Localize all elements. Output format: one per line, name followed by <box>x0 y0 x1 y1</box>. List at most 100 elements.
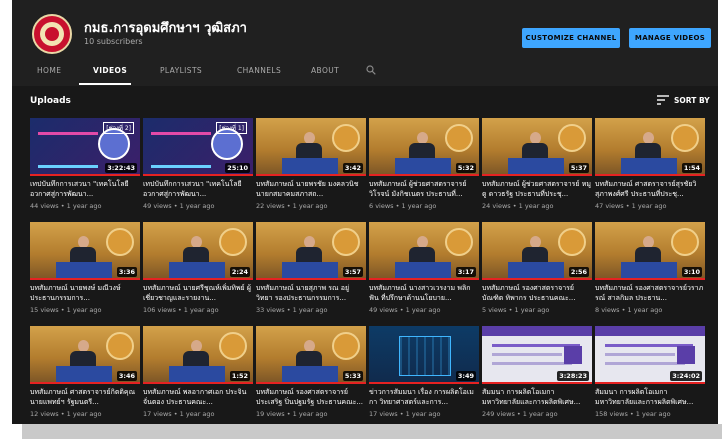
video-thumbnail[interactable]: 3:24:02 <box>595 326 705 384</box>
video-duration: 3:17 <box>455 267 476 277</box>
video-meta: 5 views • 1 year ago <box>482 306 550 314</box>
video-duration: 5:32 <box>455 163 476 173</box>
video-meta: 106 views • 1 year ago <box>143 306 219 314</box>
video-thumbnail[interactable]: 5:33 <box>256 326 366 384</box>
video-thumbnail[interactable]: 2:56 <box>482 222 592 280</box>
video-card[interactable]: 3:42 บทสัมภาษณ์ นายพรชัย มงคลวนิช นายกสมา… <box>256 118 366 218</box>
thumbnail-part-label: [ช่วงที่ 2] <box>103 122 134 134</box>
video-title[interactable]: บทสัมภาษณ์ ศาสตราจารย์กิตติคุณ นายแพทย์ฯ… <box>30 387 140 407</box>
tab-videos[interactable]: VIDEOS <box>93 66 127 75</box>
video-thumbnail[interactable]: 3:42 <box>256 118 366 176</box>
video-thumbnail[interactable]: 2:24 <box>143 222 253 280</box>
subscriber-count: 10 subscribers <box>84 37 143 46</box>
video-card[interactable]: 3:49 ข่าวการสัมมนา เรื่อง การผลิตโอเมกา ว… <box>369 326 479 424</box>
video-card[interactable]: 1:52 บทสัมภาษณ์ พลอากาศเอก ประจิน จั่นตอง… <box>143 326 253 424</box>
video-card[interactable]: 3:46 บทสัมภาษณ์ ศาสตราจารย์กิตติคุณ นายแพ… <box>30 326 140 424</box>
video-thumbnail[interactable]: 3:57 <box>256 222 366 280</box>
video-card[interactable]: 3:57 บทสัมภาษณ์ นายสุภาพ รณ อยู่ วิทยา รอ… <box>256 222 366 322</box>
video-card[interactable]: 1:54 บทสัมภาษณ์ ศาสตราจารย์สุรชัยวิ สุภาพ… <box>595 118 705 218</box>
channel-header: กมธ.การอุดมศึกษาฯ วุฒิสภา 10 subscribers… <box>12 0 718 86</box>
video-duration: 5:37 <box>568 163 589 173</box>
video-card[interactable]: 5:37 บทสัมภาษณ์ ผู้ช่วยศาสตราจารย์ หมูดู … <box>482 118 592 218</box>
video-card[interactable]: 3:10 บทสัมภาษณ์ รองศาสตราจารย์วราภรณ์ สาล… <box>595 222 705 322</box>
video-thumbnail[interactable]: 3:10 <box>595 222 705 280</box>
video-title[interactable]: บทสัมภาษณ์ นายพงษ์ มณีวงษ์ ประธานกรรมการ… <box>30 283 140 303</box>
video-card[interactable]: 2:24 บทสัมภาษณ์ นายศรีชุณห์เพิ่มทิพย์ ผู้… <box>143 222 253 322</box>
video-thumbnail[interactable]: 3:17 <box>369 222 479 280</box>
video-thumbnail[interactable]: 1:54 <box>595 118 705 176</box>
video-title[interactable]: บทสัมภาษณ์ นางสาวเวรงาม พลิกฟัน ที่ปรึกษ… <box>369 283 479 303</box>
video-meta: 19 views • 1 year ago <box>256 410 328 418</box>
watch-progress-bar <box>595 174 705 176</box>
video-card[interactable]: 3:28:23 สัมมนา การผลิตโอเมกา มหาวิทยาลัยแ… <box>482 326 592 424</box>
video-card[interactable]: [ช่วงที่ 2] 3:22:43 เทปบันทึกการเสวนา "เทค… <box>30 118 140 218</box>
video-meta: 33 views • 1 year ago <box>256 306 328 314</box>
window-scrollbar[interactable] <box>22 424 722 439</box>
tab-playlists[interactable]: PLAYLISTS <box>160 66 202 75</box>
video-thumbnail[interactable]: 3:49 <box>369 326 479 384</box>
video-thumbnail[interactable]: 3:36 <box>30 222 140 280</box>
video-duration: 1:54 <box>681 163 702 173</box>
video-meta: 6 views • 1 year ago <box>369 202 437 210</box>
watch-progress-bar <box>30 278 140 280</box>
video-card[interactable]: 5:32 บทสัมภาษณ์ ผู้ช่วยศาสตราจารย์วิโรจน์… <box>369 118 479 218</box>
manage-videos-button[interactable]: MANAGE VIDEOS <box>629 28 711 48</box>
watch-progress-bar <box>595 382 705 384</box>
sort-button[interactable]: SORT BY <box>674 96 710 105</box>
video-title[interactable]: บทสัมภาษณ์ รองศาสตราจารย์วราภรณ์ สาลกิมล… <box>595 283 705 303</box>
video-title[interactable]: สัมมนา การผลิตโอเมกา มหาวิทยาลัยและการผล… <box>482 387 592 407</box>
video-title[interactable]: เทปบันทึกการเสวนา "เทคโนโลยีอวกาศสู่การพ… <box>143 179 253 199</box>
video-title[interactable]: บทสัมภาษณ์ นายพรชัย มงคลวนิช นายกสมาคมสภ… <box>256 179 366 199</box>
thumbnail-part-label: [ช่วงที่ 1] <box>216 122 247 134</box>
customize-channel-button[interactable]: CUSTOMIZE CHANNEL <box>522 28 620 48</box>
video-duration: 3:10 <box>681 267 702 277</box>
video-card[interactable]: 3:24:02 สัมมนา การผลิตโอเมกา มหาวิทยาลัยแ… <box>595 326 705 424</box>
video-meta: 44 views • 1 year ago <box>30 202 102 210</box>
channel-avatar[interactable] <box>32 14 72 54</box>
video-title[interactable]: บทสัมภาษณ์ นายศรีชุณห์เพิ่มทิพย์ ผู้เชี่… <box>143 283 253 303</box>
video-title[interactable]: บทสัมภาษณ์ ผู้ช่วยศาสตราจารย์ หมูดู ดาวธ… <box>482 179 592 199</box>
search-icon[interactable] <box>366 65 376 75</box>
video-meta: 249 views • 1 year ago <box>482 410 558 418</box>
video-meta: 17 views • 1 year ago <box>143 410 215 418</box>
video-duration: 3:42 <box>342 163 363 173</box>
video-meta: 158 views • 1 year ago <box>595 410 671 418</box>
watch-progress-bar <box>256 278 366 280</box>
video-title[interactable]: บทสัมภาษณ์ พลอากาศเอก ประจิน จั่นตอง ประ… <box>143 387 253 407</box>
video-card[interactable]: 3:17 บทสัมภาษณ์ นางสาวเวรงาม พลิกฟัน ที่ป… <box>369 222 479 322</box>
watch-progress-bar <box>595 278 705 280</box>
watch-progress-bar <box>256 382 366 384</box>
tab-home[interactable]: HOME <box>37 66 61 75</box>
video-meta: 12 views • 1 year ago <box>30 410 102 418</box>
sort-icon[interactable] <box>657 95 669 105</box>
video-card[interactable]: 2:56 บทสัมภาษณ์ รองศาสตราจารย์ บัณฑิต ทิพ… <box>482 222 592 322</box>
video-duration: 3:28:23 <box>557 371 589 381</box>
video-title[interactable]: บทสัมภาษณ์ รองศาสตราจารย์ประเสริฐ ปิ่นปฐ… <box>256 387 366 407</box>
video-thumbnail[interactable]: [ช่วงที่ 1] 25:10 <box>143 118 253 176</box>
video-title[interactable]: บทสัมภาษณ์ รองศาสตราจารย์ บัณฑิต ทิพากร … <box>482 283 592 303</box>
video-thumbnail[interactable]: [ช่วงที่ 2] 3:22:43 <box>30 118 140 176</box>
video-title[interactable]: ข่าวการสัมมนา เรื่อง การผลิตโอเมกา วิทยา… <box>369 387 479 407</box>
video-title[interactable]: บทสัมภาษณ์ นายสุภาพ รณ อยู่ วิทยา รองประ… <box>256 283 366 303</box>
watch-progress-bar <box>30 382 140 384</box>
video-meta: 17 views • 1 year ago <box>369 410 441 418</box>
video-meta: 49 views • 1 year ago <box>143 202 215 210</box>
video-duration: 3:46 <box>116 371 137 381</box>
video-card[interactable]: [ช่วงที่ 1] 25:10 เทปบันทึกการเสวนา "เทคโน… <box>143 118 253 218</box>
video-title[interactable]: บทสัมภาษณ์ ผู้ช่วยศาสตราจารย์วิโรจน์ มัง… <box>369 179 479 199</box>
video-card[interactable]: 3:36 บทสัมภาษณ์ นายพงษ์ มณีวงษ์ ประธานกรร… <box>30 222 140 322</box>
video-thumbnail[interactable]: 5:37 <box>482 118 592 176</box>
watch-progress-bar <box>143 278 253 280</box>
video-thumbnail[interactable]: 5:32 <box>369 118 479 176</box>
video-duration: 1:52 <box>229 371 250 381</box>
video-card[interactable]: 5:33 บทสัมภาษณ์ รองศาสตราจารย์ประเสริฐ ปิ… <box>256 326 366 424</box>
video-thumbnail[interactable]: 1:52 <box>143 326 253 384</box>
video-title[interactable]: เทปบันทึกการเสวนา "เทคโนโลยีอวกาศสู่การพ… <box>30 179 140 199</box>
video-thumbnail[interactable]: 3:28:23 <box>482 326 592 384</box>
video-title[interactable]: สัมมนา การผลิตโอเมกา มหาวิทยาลัยและการผล… <box>595 387 705 407</box>
tab-channels[interactable]: CHANNELS <box>237 66 281 75</box>
video-thumbnail[interactable]: 3:46 <box>30 326 140 384</box>
active-tab-indicator <box>79 83 131 85</box>
tab-about[interactable]: ABOUT <box>311 66 339 75</box>
video-title[interactable]: บทสัมภาษณ์ ศาสตราจารย์สุรชัยวิ สุภาพงศ์ศ… <box>595 179 705 199</box>
